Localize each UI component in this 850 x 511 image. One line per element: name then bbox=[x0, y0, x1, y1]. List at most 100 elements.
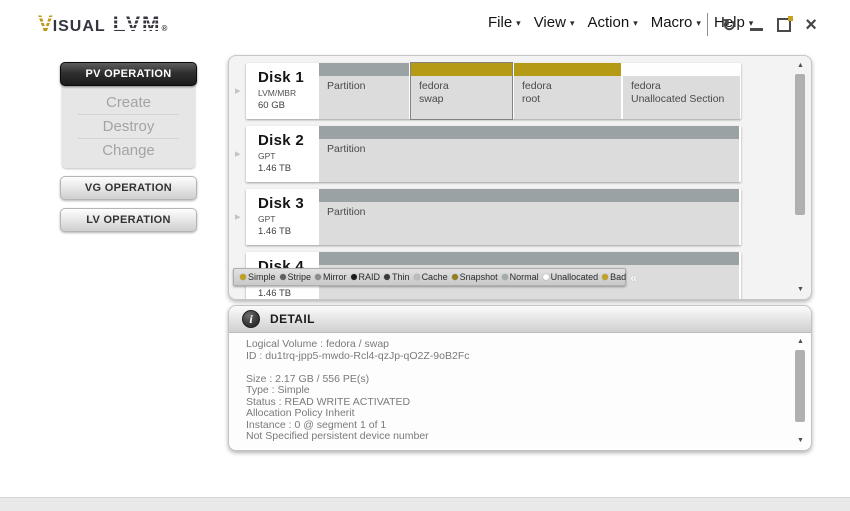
legend-label: Snapshot bbox=[460, 272, 498, 282]
logo-text: ISUAL bbox=[53, 18, 106, 36]
menu-bar: File ▾ View ▾ Action ▾ Macro ▾ Help ▾ bbox=[488, 14, 753, 31]
legend-item: RAID bbox=[351, 272, 381, 282]
disk-row[interactable]: ▸ Disk 1 LVM/MBR 60 GB Partition fedora … bbox=[246, 63, 741, 119]
partition-block[interactable]: Partition bbox=[319, 63, 409, 119]
chevron-right-icon: ▸ bbox=[235, 210, 241, 223]
disk-type: GPT bbox=[258, 151, 316, 161]
disk-panel: ▸ Disk 1 LVM/MBR 60 GB Partition fedora … bbox=[228, 55, 812, 300]
partition-color-bar bbox=[514, 63, 621, 76]
disk-row[interactable]: ▸ Disk 3 GPT 1.46 TB Partition bbox=[246, 189, 741, 245]
disk-info: Disk 3 GPT 1.46 TB bbox=[246, 189, 316, 245]
detail-line bbox=[246, 362, 791, 374]
partition-strip: Partition bbox=[319, 126, 739, 182]
detail-header: i DETAIL bbox=[229, 306, 811, 333]
legend-item: Unallocated bbox=[543, 272, 599, 282]
sidebar-button-vg-operation[interactable]: VG OPERATION bbox=[60, 176, 197, 200]
legend-item: Simple bbox=[240, 272, 276, 282]
maximize-icon[interactable] bbox=[777, 18, 791, 32]
disk-scrollbar[interactable]: ▲ ▼ bbox=[794, 61, 807, 294]
detail-line: Type : Simple bbox=[246, 385, 791, 397]
legend-item: Stripe bbox=[280, 272, 312, 282]
partition-block[interactable]: Partition bbox=[319, 126, 739, 182]
partition-label: fedora Unallocated Section bbox=[623, 76, 740, 119]
legend-item: Mirror bbox=[315, 272, 347, 282]
sidebar-button-lv-operation[interactable]: LV OPERATION bbox=[60, 208, 197, 232]
legend-item: Normal bbox=[502, 272, 539, 282]
sidebar-item-create[interactable]: Create bbox=[78, 91, 179, 115]
scroll-down-icon[interactable]: ▼ bbox=[794, 285, 807, 294]
scrollbar-thumb[interactable] bbox=[795, 350, 805, 422]
window-controls: ↻ × bbox=[722, 11, 817, 39]
legend-color-dot bbox=[414, 274, 420, 280]
scroll-down-icon[interactable]: ▼ bbox=[794, 436, 807, 445]
app-logo: VISUALLVM® bbox=[38, 11, 167, 37]
menu-item-file[interactable]: File ▾ bbox=[488, 14, 521, 31]
menu-item-view[interactable]: View ▾ bbox=[534, 14, 575, 31]
sidebar-item-destroy[interactable]: Destroy bbox=[78, 115, 179, 139]
disk-size: 60 GB bbox=[258, 100, 316, 111]
partition-strip: Partition bbox=[319, 189, 739, 245]
menu-item-label: File bbox=[488, 14, 512, 31]
disk-info: Disk 2 GPT 1.46 TB bbox=[246, 126, 316, 182]
partition-color-bar bbox=[319, 252, 739, 265]
scroll-up-icon[interactable]: ▲ bbox=[794, 61, 807, 70]
legend-item: Bad bbox=[602, 272, 626, 282]
menu-item-label: Macro bbox=[651, 14, 693, 31]
menu-item-action[interactable]: Action ▾ bbox=[587, 14, 637, 31]
legend-label: Mirror bbox=[323, 272, 347, 282]
registered-mark: ® bbox=[161, 24, 167, 33]
disk-name: Disk 1 bbox=[258, 69, 316, 86]
pv-submenu: CreateDestroyChange bbox=[62, 83, 195, 168]
legend-collapse-icon[interactable]: « bbox=[630, 270, 637, 285]
partition-label: Partition bbox=[319, 202, 739, 245]
legend-label: Stripe bbox=[288, 272, 312, 282]
detail-text: Logical Volume : fedora / swapID : du1tr… bbox=[229, 333, 791, 443]
refresh-icon[interactable]: ↻ bbox=[722, 17, 736, 34]
chevron-down-icon: ▾ bbox=[516, 18, 521, 29]
partition-color-bar bbox=[623, 63, 740, 76]
menu-item-macro[interactable]: Macro ▾ bbox=[651, 14, 701, 31]
chevron-right-icon: ▸ bbox=[235, 84, 241, 97]
logo-initial: V bbox=[38, 11, 53, 37]
legend-color-dot bbox=[280, 274, 286, 280]
legend-label: Normal bbox=[510, 272, 539, 282]
disk-info: Disk 1 LVM/MBR 60 GB bbox=[246, 63, 316, 119]
partition-block[interactable]: fedora Unallocated Section bbox=[623, 63, 740, 119]
sidebar-item-change[interactable]: Change bbox=[78, 139, 179, 162]
menu-item-label: Action bbox=[587, 14, 629, 31]
legend-label: Unallocated bbox=[551, 272, 599, 282]
legend-label: RAID bbox=[359, 272, 381, 282]
close-icon[interactable]: × bbox=[805, 15, 817, 35]
sidebar-button-pv-operation[interactable]: PV OPERATION bbox=[60, 62, 197, 86]
chevron-right-icon: ▸ bbox=[235, 147, 241, 160]
sidebar-secondary: VG OPERATION LV OPERATION bbox=[60, 176, 197, 232]
partition-block[interactable]: fedora root bbox=[514, 63, 621, 119]
disk-list: ▸ Disk 1 LVM/MBR 60 GB Partition fedora … bbox=[246, 63, 741, 300]
minimize-icon[interactable] bbox=[750, 28, 763, 31]
legend-label: Cache bbox=[422, 272, 448, 282]
partition-label: Partition bbox=[319, 76, 409, 119]
info-icon: i bbox=[242, 310, 260, 328]
disk-size: 1.46 TB bbox=[258, 226, 316, 237]
disk-row[interactable]: ▸ Disk 2 GPT 1.46 TB Partition bbox=[246, 126, 741, 182]
partition-block-selected[interactable]: fedora swap bbox=[411, 63, 512, 119]
scroll-up-icon[interactable]: ▲ bbox=[794, 337, 807, 346]
partition-color-bar bbox=[319, 126, 739, 139]
partition-strip: Partition fedora swap fedora root fedora… bbox=[319, 63, 740, 119]
detail-line: ID : du1trq-jpp5-mwdo-Rcl4-qzJp-qO2Z-9oB… bbox=[246, 351, 791, 363]
scrollbar-thumb[interactable] bbox=[795, 74, 805, 215]
detail-line: Not Specified persistent device number bbox=[246, 431, 791, 443]
legend-bar: Simple Stripe Mirror RAID Thin Cache Sna… bbox=[233, 268, 626, 286]
disk-type: LVM/MBR bbox=[258, 88, 316, 98]
detail-title: DETAIL bbox=[270, 312, 315, 326]
partition-color-bar bbox=[319, 189, 739, 202]
disk-size: 1.46 TB bbox=[258, 163, 316, 174]
legend-color-dot bbox=[384, 274, 390, 280]
partition-block[interactable]: Partition bbox=[319, 189, 739, 245]
legend-color-dot bbox=[452, 274, 458, 280]
legend-color-dot bbox=[240, 274, 246, 280]
detail-scrollbar[interactable]: ▲ ▼ bbox=[794, 337, 807, 445]
title-bar: VISUALLVM® File ▾ View ▾ Action ▾ Macro … bbox=[0, 0, 850, 50]
disk-type: GPT bbox=[258, 214, 316, 224]
disk-name: Disk 2 bbox=[258, 132, 316, 149]
